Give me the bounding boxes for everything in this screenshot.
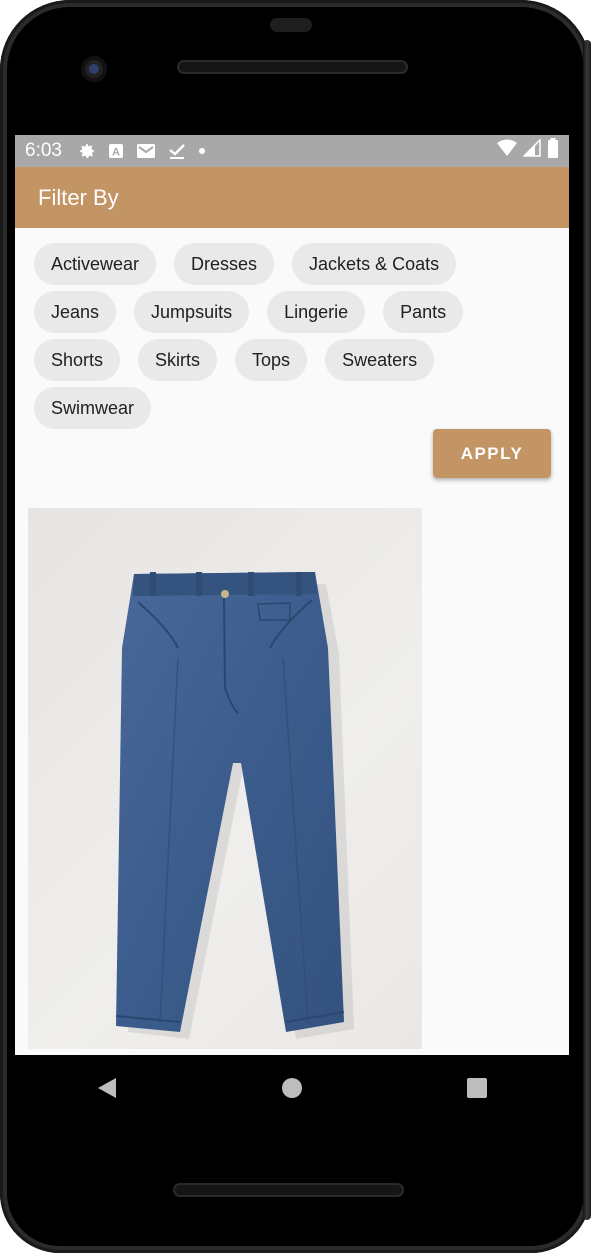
apply-button[interactable]: APPLY [433,429,551,478]
chip-lingerie[interactable]: Lingerie [267,291,366,333]
chip-shorts[interactable]: Shorts [34,339,121,381]
chip-pants[interactable]: Pants [383,291,464,333]
signal-icon [522,138,541,163]
screen: 6:03 A Filter By Activewear Dresses Jack… [15,135,569,1055]
chip-skirts[interactable]: Skirts [138,339,218,381]
status-bar: 6:03 A [15,135,569,167]
check-download-icon [168,142,186,160]
navigation-bar [15,1055,569,1121]
chip-activewear[interactable]: Activewear [34,243,157,285]
mail-icon [136,143,156,159]
product-image[interactable] [28,508,422,1049]
chip-swimwear[interactable]: Swimwear [34,387,152,429]
phone-frame: 6:03 A Filter By Activewear Dresses Jack… [0,0,591,1253]
wifi-icon [497,139,517,163]
a-icon: A [108,143,124,159]
dot-icon [198,147,206,155]
jeans-photo [115,572,354,1039]
battery-icon [547,138,559,164]
home-icon[interactable] [272,1068,312,1108]
bottom-speaker [173,1183,404,1197]
app-bar: Filter By [15,167,569,228]
top-notch [270,18,312,32]
filter-chip-group: Activewear Dresses Jackets & Coats Jeans… [34,243,554,429]
recents-icon[interactable] [457,1068,497,1108]
svg-text:A: A [112,147,120,159]
front-camera [81,56,107,82]
phone-edge [583,40,591,1220]
status-time: 6:03 [25,140,62,161]
chip-tops[interactable]: Tops [235,339,308,381]
chip-jackets-coats[interactable]: Jackets & Coats [292,243,457,285]
chip-sweaters[interactable]: Sweaters [325,339,435,381]
app-bar-title: Filter By [38,184,119,210]
gear-icon [78,142,96,160]
back-icon[interactable] [87,1068,127,1108]
chip-jeans[interactable]: Jeans [34,291,117,333]
chip-dresses[interactable]: Dresses [174,243,275,285]
chip-jumpsuits[interactable]: Jumpsuits [134,291,250,333]
top-speaker [177,60,408,74]
